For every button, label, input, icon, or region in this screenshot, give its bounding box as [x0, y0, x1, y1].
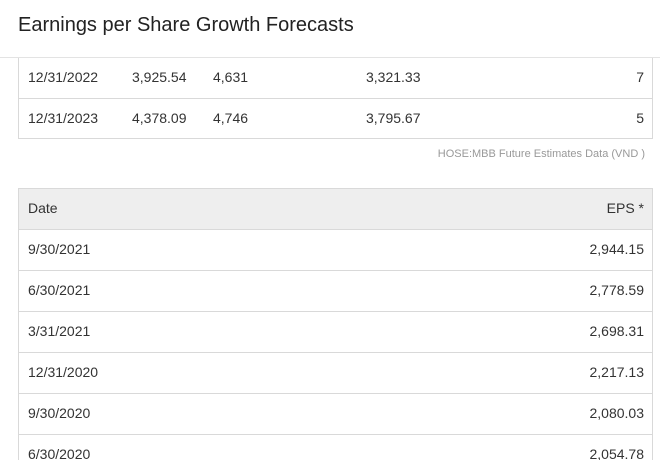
eps-table: Date EPS * 9/30/2021 2,944.15 6/30/2021 …: [18, 188, 653, 460]
source-note: HOSE:MBB Future Estimates Data (VND ): [437, 148, 645, 160]
eps-date: 6/30/2020: [28, 446, 91, 460]
forecast-value: 4,746: [213, 110, 249, 126]
table-row: 9/30/2021 2,944.15: [19, 230, 652, 271]
forecast-table: 12/31/2022 3,925.54 4,631 3,321.33 7 12/…: [18, 58, 653, 139]
table-row: 12/31/2023 4,378.09 4,746 3,795.67 5: [19, 99, 652, 138]
page-header: Earnings per Share Growth Forecasts: [0, 0, 660, 58]
eps-date: 3/31/2021: [28, 323, 91, 339]
column-header-eps[interactable]: EPS *: [607, 200, 644, 216]
eps-value: 2,698.31: [589, 323, 645, 339]
forecast-date: 12/31/2023: [28, 110, 99, 126]
table-row: 6/30/2020 2,054.78: [19, 435, 652, 460]
page-title: Earnings per Share Growth Forecasts: [18, 14, 354, 36]
eps-date: 9/30/2021: [28, 241, 91, 257]
eps-value: 2,944.15: [589, 241, 645, 257]
table-row: 12/31/2022 3,925.54 4,631 3,321.33 7: [19, 58, 652, 99]
eps-value: 2,217.13: [589, 364, 645, 380]
table-row: 12/31/2020 2,217.13: [19, 353, 652, 394]
forecast-date: 12/31/2022: [28, 69, 99, 85]
eps-value: 2,054.78: [589, 446, 645, 460]
forecast-value: 3,795.67: [366, 110, 421, 126]
forecast-count: 7: [636, 69, 644, 85]
eps-date: 6/30/2021: [28, 282, 91, 298]
eps-date: 9/30/2020: [28, 405, 91, 421]
page: Earnings per Share Growth Forecasts 12/3…: [0, 0, 660, 460]
forecast-value: 3,925.54: [132, 69, 187, 85]
table-row: 9/30/2020 2,080.03: [19, 394, 652, 435]
forecast-value: 3,321.33: [366, 69, 421, 85]
forecast-value: 4,631: [213, 69, 249, 85]
table-row: 3/31/2021 2,698.31: [19, 312, 652, 353]
eps-date: 12/31/2020: [28, 364, 99, 380]
eps-value: 2,080.03: [589, 405, 645, 421]
eps-value: 2,778.59: [589, 282, 645, 298]
table-header-row: Date EPS *: [19, 189, 652, 230]
table-row: 6/30/2021 2,778.59: [19, 271, 652, 312]
forecast-count: 5: [636, 110, 644, 126]
forecast-value: 4,378.09: [132, 110, 187, 126]
column-header-date[interactable]: Date: [28, 200, 58, 216]
